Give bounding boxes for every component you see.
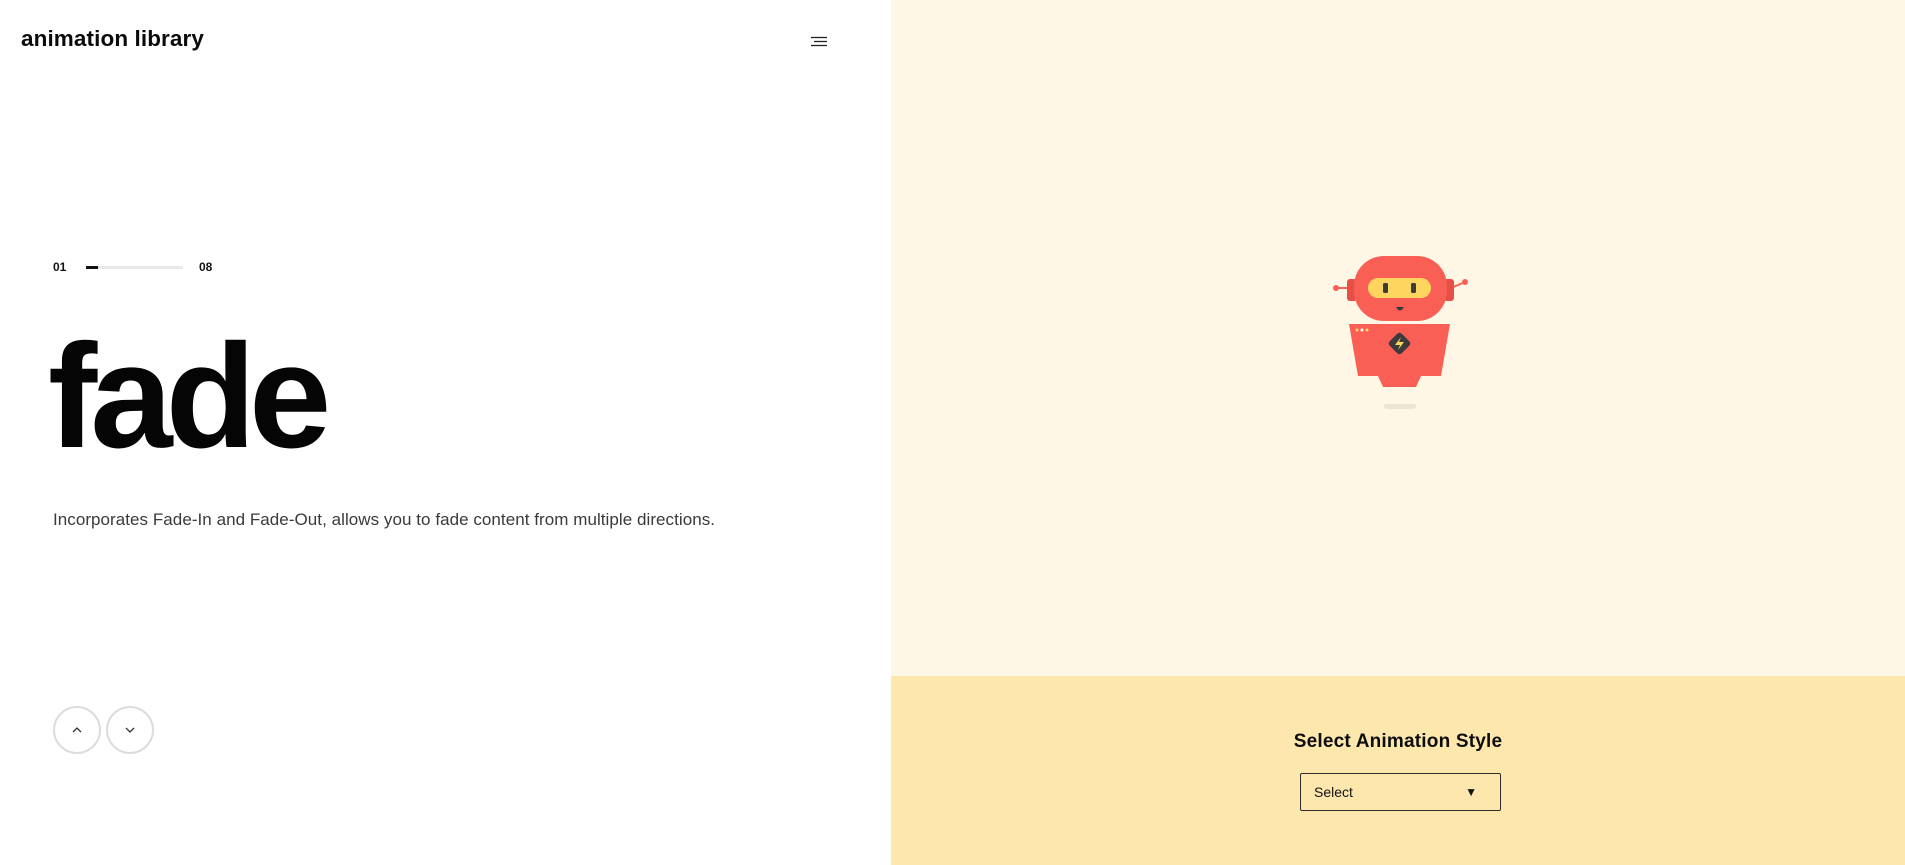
chevron-down-icon (125, 727, 135, 733)
dropdown-arrow-icon: ▼ (1465, 785, 1477, 799)
slide-total-number: 08 (199, 260, 213, 274)
next-slide-button[interactable] (106, 706, 154, 754)
chevron-up-icon (72, 727, 82, 733)
select-animation-heading: Select Animation Style (1293, 731, 1503, 752)
animation-description: Incorporates Fade-In and Fade-Out, allow… (53, 510, 716, 529)
progress-fill (86, 266, 99, 269)
progress-track (86, 266, 183, 269)
select-current-value: Select (1314, 784, 1353, 800)
slide-current-number: 01 (53, 260, 67, 274)
slide-progress: 01 08 (53, 259, 233, 275)
animation-style-panel: Select Animation Style Select ▼ (891, 676, 1905, 865)
animation-title: fade (48, 314, 331, 479)
hamburger-menu-icon[interactable] (807, 30, 831, 54)
left-pane: animation library 01 08 fade Incorporate… (0, 0, 891, 865)
previous-slide-button[interactable] (53, 706, 101, 754)
robot-illustration (1333, 250, 1469, 415)
site-logo[interactable]: animation library (21, 26, 204, 52)
animation-style-select[interactable]: Select ▼ (1300, 773, 1501, 811)
